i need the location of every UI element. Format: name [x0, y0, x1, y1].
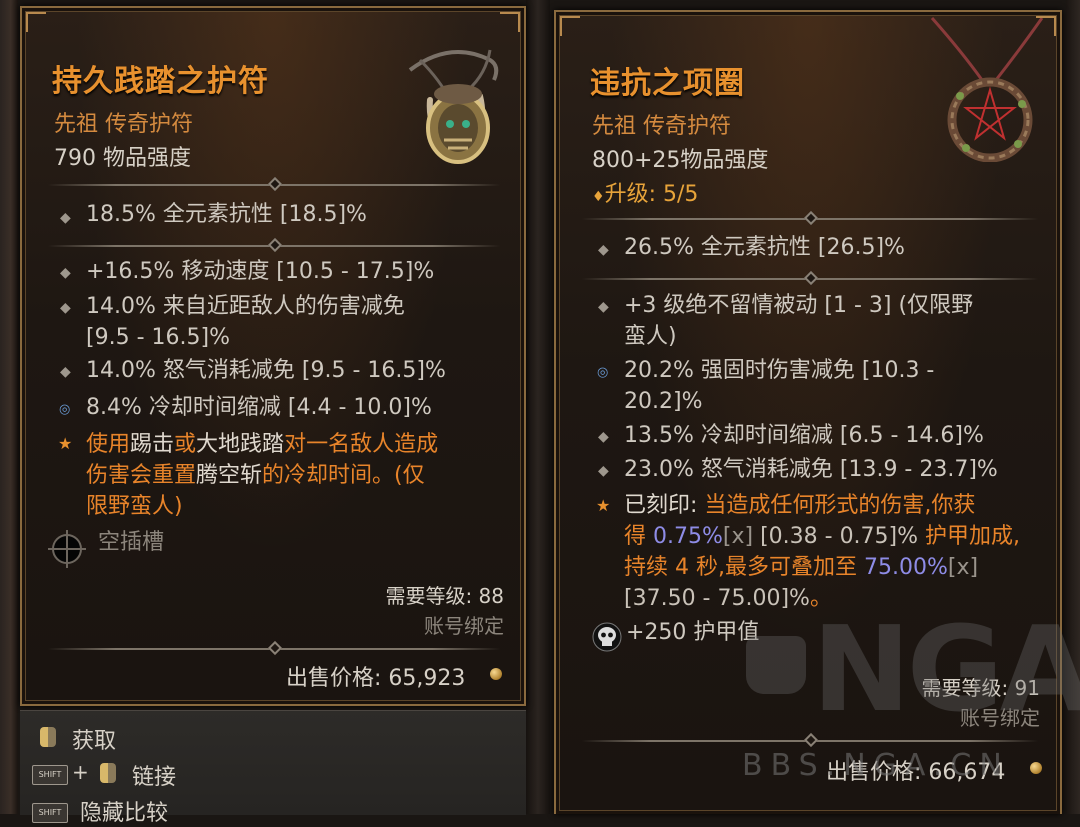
legendary-star-icon: ★ [58, 434, 73, 453]
sell-price: 出售价格: 65,923 [286, 666, 466, 691]
section-divider [582, 270, 1038, 286]
section-divider [48, 237, 500, 253]
mouse-icon [40, 727, 56, 747]
necklace-icon [922, 12, 1052, 166]
affix-line-cont: 20.2]% [624, 389, 703, 414]
upgrade-diamond-icon: ♦ [592, 189, 605, 205]
legendary-power-line2: 得 0.75%[x] [0.38 - 0.75]% 护甲加成, [624, 524, 1021, 549]
legendary-star-icon: ★ [596, 496, 611, 515]
shift-key-icon: SHIFT [32, 765, 68, 785]
affix-bullet-icon: ◆ [598, 463, 609, 479]
affix-line: 13.5% 冷却时间缩减 [6.5 - 14.6]% [624, 423, 984, 448]
affix-line: +16.5% 移动速度 [10.5 - 17.5]% [86, 259, 435, 284]
item-power: 790 物品强度 [54, 146, 191, 171]
affix-line: 14.0% 怒气消耗减免 [9.5 - 16.5]% [86, 358, 446, 383]
affix-line-cont: 蛮人) [624, 324, 677, 349]
empty-socket-icon [48, 530, 86, 568]
plus-sign: + [72, 760, 89, 784]
nga-logo-icon [746, 636, 806, 694]
affix-bullet-icon: ◆ [60, 210, 71, 226]
socket-label: 空插槽 [98, 530, 165, 555]
affix-line: +3 级绝不留情被动 [1 - 3] (仅限野 [624, 293, 974, 318]
gold-coin-icon [490, 668, 502, 680]
item-rarity: 先祖 传奇护符 [54, 112, 193, 137]
affix-line: 20.2% 强固时伤害减免 [10.3 - [624, 358, 935, 383]
affix-bullet-icon: ◆ [598, 429, 609, 445]
legendary-power-line4: [37.50 - 75.00]%。 [624, 586, 832, 611]
acquire-hint[interactable]: 获取 [72, 723, 116, 755]
affix-line: 23.0% 怒气消耗减免 [13.9 - 23.7]% [624, 457, 998, 482]
affix-bullet-icon: ◆ [60, 364, 71, 380]
affix-line-cont: [9.5 - 16.5]% [86, 325, 230, 350]
affix-bullet-icon: ◆ [598, 299, 609, 315]
item-power: 800+25物品强度 [592, 148, 769, 173]
affix-bullet-icon: ◆ [60, 300, 71, 316]
section-divider [48, 640, 500, 656]
gold-coin-icon [1030, 762, 1042, 774]
account-bound: 账号绑定 [424, 614, 504, 638]
affix-line: 14.0% 来自近距敌人的伤害减免 [86, 294, 405, 319]
affix-bullet-icon: ◆ [60, 265, 71, 281]
greater-affix-icon: ◎ [59, 402, 71, 417]
greater-affix-icon: ◎ [597, 365, 609, 380]
implicit-affix: 26.5% 全元素抗性 [26.5]% [624, 235, 905, 260]
skull-icon [592, 622, 622, 656]
key-hint-bar: 获取 SHIFT + 链接 SHIFT 隐藏比较 [20, 710, 526, 826]
affix-line: 8.4% 冷却时间缩减 [4.4 - 10.0]% [86, 395, 432, 420]
background-left-edge [0, 0, 18, 814]
link-hint[interactable]: 链接 [132, 759, 176, 791]
shift-key-icon: SHIFT [32, 803, 68, 823]
armor-value: +250 护甲值 [626, 620, 760, 645]
section-divider [48, 176, 500, 192]
section-divider [582, 732, 1038, 748]
item-rarity: 先祖 传奇护符 [592, 114, 731, 139]
implicit-affix: 18.5% 全元素抗性 [18.5]% [86, 202, 367, 227]
upgrade-level: ♦升级: 5/5 [592, 182, 699, 207]
legendary-power-line1: 使用踢击或大地践踏对一名敌人造成 [86, 432, 439, 457]
item-title: 持久践踏之护符 [52, 64, 269, 99]
section-divider [582, 210, 1038, 226]
mouse-icon [100, 763, 116, 783]
amulet-icon [390, 30, 520, 184]
required-level: 需要等级: 88 [385, 584, 504, 608]
legendary-power-line3: 持续 4 秒,最多可叠加至 75.00%[x] [624, 555, 979, 580]
item-title: 违抗之项圈 [590, 66, 745, 101]
watermark-logo: NGA [812, 600, 1080, 738]
item-tooltip-left: 持久践踏之护符 先祖 传奇护符 790 物品强度 ◆ 18.5% 全元素抗性 [… [20, 6, 526, 706]
legendary-power-line1: 已刻印: 当造成任何形式的伤害,你获 [624, 493, 976, 518]
watermark-url: BBS.NGA.CN [742, 748, 1010, 783]
hide-compare-hint[interactable]: 隐藏比较 [80, 795, 168, 827]
legendary-power-line2: 伤害会重置腾空斩的冷却时间。(仅 [86, 463, 425, 488]
background-divider [526, 0, 550, 814]
legendary-power-line3: 限野蛮人) [86, 494, 183, 519]
affix-bullet-icon: ◆ [598, 242, 609, 258]
